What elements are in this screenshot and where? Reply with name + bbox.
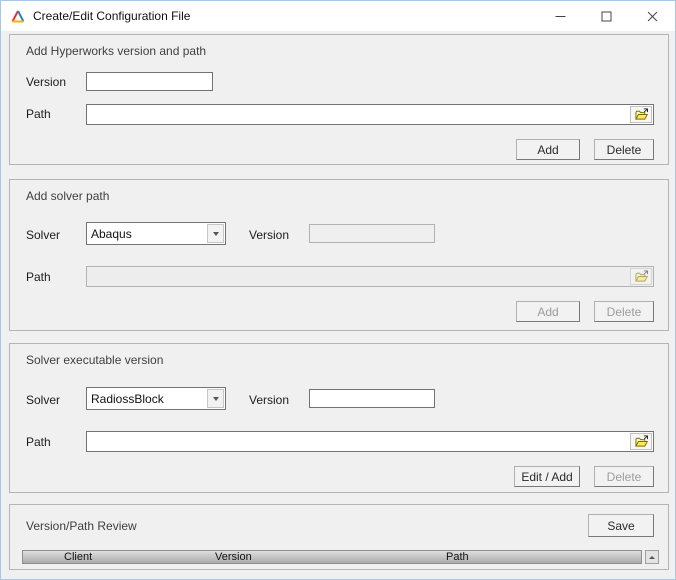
group-solver-path-title: Add solver path bbox=[26, 189, 110, 203]
save-button[interactable]: Save bbox=[588, 514, 654, 537]
sp-solver-dropdown-button[interactable] bbox=[207, 224, 224, 243]
sp-solver-label: Solver bbox=[26, 228, 61, 242]
se-edit-add-button[interactable]: Edit / Add bbox=[514, 466, 580, 487]
se-path-input[interactable] bbox=[87, 432, 629, 451]
scroll-up-arrow-icon bbox=[649, 555, 655, 559]
table-scroll-up-button[interactable] bbox=[645, 550, 659, 564]
sp-solver-value: Abaqus bbox=[91, 226, 132, 241]
maximize-icon[interactable] bbox=[583, 1, 629, 31]
open-folder-icon bbox=[634, 108, 648, 120]
altair-logo-icon bbox=[10, 8, 27, 24]
hw-path-field bbox=[86, 104, 654, 125]
group-hyperworks: Add Hyperworks version and path Version … bbox=[9, 34, 669, 165]
hw-add-button[interactable]: Add bbox=[516, 139, 580, 160]
se-browse-button[interactable] bbox=[630, 433, 652, 450]
se-path-field bbox=[86, 431, 654, 452]
se-solver-label: Solver bbox=[26, 393, 61, 407]
sp-path-input bbox=[87, 267, 629, 286]
window-title: Create/Edit Configuration File bbox=[33, 9, 191, 23]
se-delete-button: Delete bbox=[594, 466, 654, 487]
sp-delete-button: Delete bbox=[594, 301, 654, 322]
column-header-client[interactable]: Client bbox=[64, 551, 92, 564]
hw-browse-button[interactable] bbox=[630, 106, 652, 123]
chevron-down-icon bbox=[212, 231, 219, 236]
group-solver-exec-title: Solver executable version bbox=[26, 353, 164, 367]
open-folder-icon bbox=[634, 435, 648, 447]
hw-path-label: Path bbox=[26, 107, 51, 121]
review-table-header: Client Version Path bbox=[22, 550, 642, 564]
group-hyperworks-title: Add Hyperworks version and path bbox=[26, 44, 207, 58]
hw-version-input[interactable] bbox=[86, 72, 213, 91]
sp-add-button: Add bbox=[516, 301, 580, 322]
se-version-input[interactable] bbox=[309, 389, 435, 408]
group-review-title: Version/Path Review bbox=[26, 519, 137, 533]
titlebar: Create/Edit Configuration File bbox=[1, 1, 675, 31]
sp-solver-select[interactable]: Abaqus bbox=[86, 222, 226, 245]
sp-path-field bbox=[86, 266, 654, 287]
se-solver-value: RadiossBlock bbox=[91, 391, 164, 406]
minimize-icon[interactable] bbox=[537, 1, 583, 31]
group-solver-exec: Solver executable version Solver Radioss… bbox=[9, 343, 669, 493]
sp-path-label: Path bbox=[26, 270, 51, 284]
se-solver-select[interactable]: RadiossBlock bbox=[86, 387, 226, 410]
sp-browse-button bbox=[630, 268, 652, 285]
group-review: Version/Path Review Save Client Version … bbox=[9, 504, 669, 570]
hw-path-input[interactable] bbox=[87, 105, 629, 124]
group-solver-path: Add solver path Solver Abaqus Version Pa… bbox=[9, 179, 669, 331]
se-path-label: Path bbox=[26, 435, 51, 449]
open-folder-icon bbox=[634, 270, 648, 282]
se-version-label: Version bbox=[249, 393, 290, 407]
chevron-down-icon bbox=[212, 396, 219, 401]
hw-delete-button[interactable]: Delete bbox=[594, 139, 654, 160]
column-header-path[interactable]: Path bbox=[446, 551, 469, 564]
se-solver-dropdown-button[interactable] bbox=[207, 389, 224, 408]
sp-version-input bbox=[309, 224, 435, 243]
sp-version-label: Version bbox=[249, 228, 290, 242]
close-icon[interactable] bbox=[629, 1, 675, 31]
column-header-version[interactable]: Version bbox=[215, 551, 252, 564]
hw-version-label: Version bbox=[26, 75, 67, 89]
window-controls bbox=[537, 1, 675, 31]
dialog-window: Create/Edit Configuration File Add Hyper… bbox=[0, 0, 676, 580]
